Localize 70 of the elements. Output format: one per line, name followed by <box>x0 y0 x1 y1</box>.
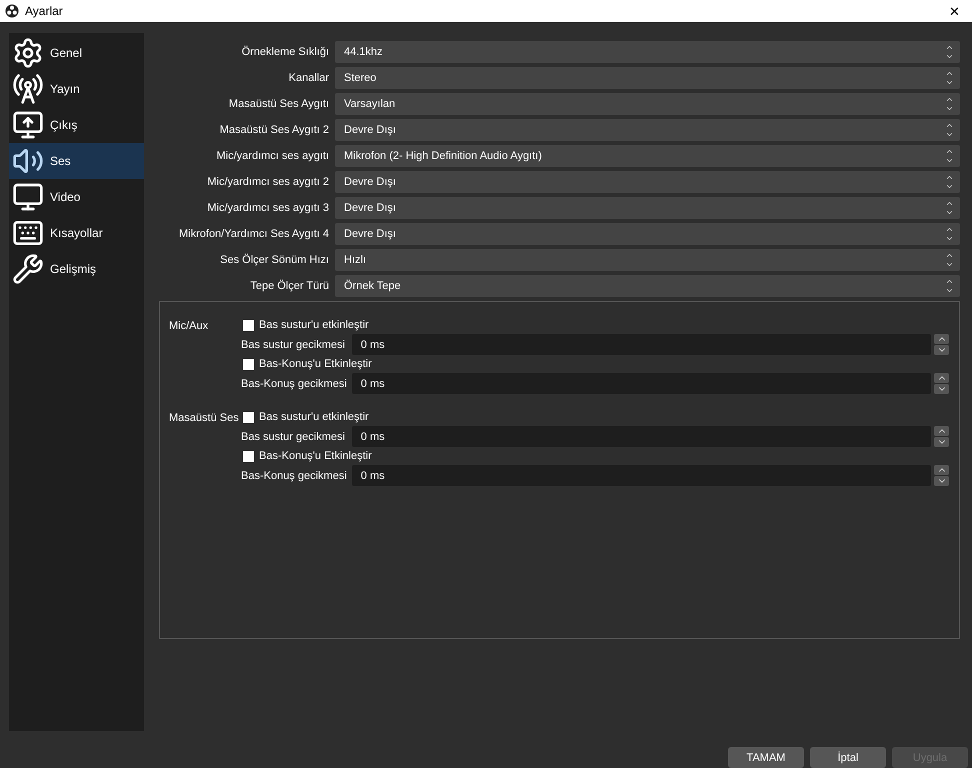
monitor-icon <box>12 181 44 213</box>
dropdown[interactable]: Devre Dışı <box>335 171 960 193</box>
increment-button[interactable] <box>934 465 949 475</box>
sidebar-item[interactable]: Kısayollar <box>9 215 144 251</box>
field-label: Örnekleme Sıklığı <box>240 46 329 58</box>
checkbox[interactable] <box>243 320 254 330</box>
field-label: Mic/yardımcı ses aygıtı <box>216 150 329 162</box>
gear-icon <box>12 37 44 69</box>
sidebar-item-label: Video <box>50 190 80 204</box>
checkbox[interactable] <box>243 412 254 422</box>
dropdown[interactable]: Devre Dışı <box>335 223 960 245</box>
wrench-icon <box>12 253 44 285</box>
checkbox-label: Bas sustur'u etkinleştir <box>259 319 369 331</box>
sidebar-item-label: Gelişmiş <box>50 262 96 276</box>
checkbox-label: Bas-Konuş'u Etkinleştir <box>259 450 372 462</box>
dropdown[interactable]: Stereo <box>335 67 960 89</box>
dropdown[interactable]: Mikrofon (2- High Definition Audio Aygıtı) <box>335 145 960 167</box>
field-label: Masaüstü Ses Aygıtı <box>228 98 329 110</box>
decrement-button[interactable] <box>934 345 949 355</box>
monitor-arrow-icon <box>12 109 44 141</box>
dropdown[interactable]: Devre Dışı <box>335 119 960 141</box>
number-field[interactable]: 0 ms <box>352 373 931 394</box>
sidebar-item[interactable]: Video <box>9 179 144 215</box>
number-field[interactable]: 0 ms <box>352 334 931 355</box>
checkbox-label: Bas sustur'u etkinleştir <box>259 411 369 423</box>
group-title: Mic/Aux <box>169 319 210 334</box>
field-label: Kanallar <box>288 72 329 84</box>
dropdown[interactable]: Varsayılan <box>335 93 960 115</box>
dropdown[interactable]: Örnek Tepe <box>335 275 960 297</box>
field-label: Mic/yardımcı ses aygıtı 2 <box>206 176 329 188</box>
window-title: Ayarlar <box>25 4 64 18</box>
sidebar-item[interactable]: Genel <box>9 35 144 71</box>
sidebar-item-label: Kısayollar <box>50 226 103 240</box>
dropdown[interactable]: Devre Dışı <box>335 197 960 219</box>
spin-label: Bas-Konuş gecikmesi <box>241 470 347 482</box>
dropdown[interactable]: Hızlı <box>335 249 960 271</box>
checkbox[interactable] <box>243 358 254 370</box>
spin-label: Bas sustur gecikmesi <box>241 430 346 442</box>
spin-label: Bas sustur gecikmesi <box>241 338 346 350</box>
field-label: Tepe Ölçer Türü <box>249 280 329 292</box>
sidebar-item-label: Genel <box>50 46 82 60</box>
field-label: Masaüstü Ses Aygıtı 2 <box>218 124 329 136</box>
sidebar-item[interactable]: Ses <box>9 143 144 179</box>
group-title: Masaüstü Ses <box>169 411 240 426</box>
decrement-button[interactable] <box>934 437 949 447</box>
field-label: Ses Ölçer Sönüm Hızı <box>219 254 329 266</box>
dialog-button[interactable]: İptal <box>810 747 886 768</box>
spin-label: Bas-Konuş gecikmesi <box>241 378 347 390</box>
checkbox[interactable] <box>243 450 254 462</box>
number-field[interactable]: 0 ms <box>352 426 931 447</box>
antenna-icon <box>12 73 44 105</box>
field-label: Mikrofon/Yardımcı Ses Aygıtı 4 <box>178 228 329 240</box>
close-button[interactable]: ✕ <box>943 4 966 18</box>
sidebar-item-label: Ses <box>50 154 71 168</box>
sidebar-item[interactable]: Gelişmiş <box>9 251 144 287</box>
dialog-button[interactable]: TAMAM <box>728 747 804 768</box>
sidebar-item[interactable]: Çıkış <box>9 107 144 143</box>
increment-button[interactable] <box>934 334 949 344</box>
number-field[interactable]: 0 ms <box>352 465 931 486</box>
sidebar-item-label: Yayın <box>50 82 80 96</box>
checkbox-label: Bas-Konuş'u Etkinleştir <box>259 358 372 370</box>
sidebar-item-label: Çıkış <box>50 118 78 132</box>
decrement-button[interactable] <box>934 476 949 486</box>
increment-button[interactable] <box>934 426 949 436</box>
sidebar-item[interactable]: Yayın <box>9 71 144 107</box>
decrement-button[interactable] <box>934 384 949 394</box>
field-label: Mic/yardımcı ses aygıtı 3 <box>206 202 329 214</box>
app-logo-icon <box>5 4 19 18</box>
increment-button[interactable] <box>934 373 949 383</box>
dropdown[interactable]: 44.1khz <box>335 41 960 63</box>
